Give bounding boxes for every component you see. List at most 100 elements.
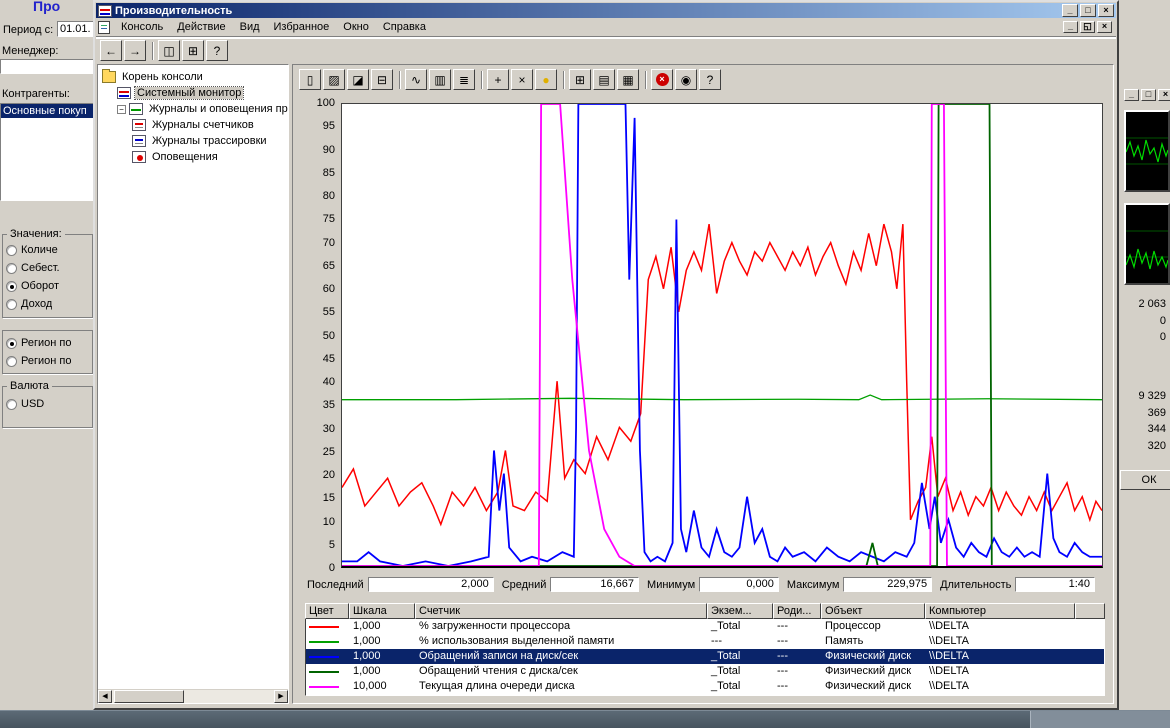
radio-label: Количе: [21, 244, 58, 256]
legend-header-cell[interactable]: Компьютер: [925, 603, 1075, 619]
legend-header-cell[interactable]: Роди...: [773, 603, 821, 619]
export-list-button[interactable]: ⊞: [182, 40, 204, 61]
taskbar-tray: [1030, 711, 1170, 728]
child-minimize-button[interactable]: _: [1063, 21, 1078, 33]
legend-row[interactable]: 1,000% использования выделенной памяти--…: [306, 634, 1104, 649]
legend-cell: Обращений чтения с диска/сек: [416, 664, 708, 679]
child-restore-button[interactable]: ◱: [1080, 21, 1095, 33]
background-app-left: Про Период с: 01.01. Менеджер: Контраген…: [0, 0, 95, 712]
toolbar-separator: [152, 42, 154, 60]
scroll-right-button[interactable]: ▶: [274, 690, 288, 703]
tree-item[interactable]: Оповещения: [98, 149, 288, 165]
child-close-button[interactable]: ×: [1097, 21, 1112, 33]
list-item-selected[interactable]: Основные покуп: [1, 104, 93, 118]
add-counter-button[interactable]: +: [487, 69, 509, 90]
manager-input[interactable]: [0, 59, 94, 74]
legend-row[interactable]: 1,000Обращений чтения с диска/сек_Total-…: [306, 664, 1104, 679]
legend-cell: \\DELTA: [926, 634, 1076, 649]
sysmon-help-button[interactable]: ?: [699, 69, 721, 90]
legend-cell: 1,000: [350, 619, 416, 634]
legend-row[interactable]: 1,000Обращений записи на диск/сек_Total-…: [306, 649, 1104, 664]
new-counter-set-button[interactable]: ▯: [299, 69, 321, 90]
copy-properties-button[interactable]: ⊞: [569, 69, 591, 90]
region-radio-option[interactable]: Регион по: [3, 352, 92, 370]
value-readout: 344: [1120, 423, 1166, 435]
currency-group-label: Валюта: [7, 380, 52, 392]
console-tree-panel: Корень консолиСистемный монитор−Журналы …: [97, 64, 289, 704]
scroll-left-button[interactable]: ◀: [98, 690, 112, 703]
menu-favorites[interactable]: Избранное: [267, 19, 337, 35]
view-current-activity-button[interactable]: ◪: [347, 69, 369, 90]
menu-action[interactable]: Действие: [170, 19, 232, 35]
maximize-button[interactable]: □: [1080, 4, 1096, 17]
legend-cell: % загруженности процессора: [416, 619, 708, 634]
region-radio-option[interactable]: Регион по: [3, 334, 92, 352]
view-histogram-button[interactable]: ▥: [429, 69, 451, 90]
title-bar[interactable]: Производительность _□×: [96, 3, 1116, 18]
legend-cell: \\DELTA: [926, 679, 1076, 694]
ok-button[interactable]: ОК: [1120, 470, 1170, 490]
toolbar-separator: [481, 71, 483, 89]
menu-console[interactable]: Консоль: [114, 19, 170, 35]
value-radio-option[interactable]: Оборот: [3, 277, 92, 295]
bg-close-button[interactable]: ×: [1158, 89, 1170, 101]
stat-label: Максимум: [787, 579, 840, 591]
legend-header-cell[interactable]: Шкала: [349, 603, 415, 619]
delete-counter-button[interactable]: ×: [511, 69, 533, 90]
tree-expander-icon[interactable]: −: [117, 105, 126, 114]
properties-button[interactable]: ▦: [617, 69, 639, 90]
view-report-button[interactable]: ≣: [453, 69, 475, 90]
scroll-thumb[interactable]: [114, 690, 184, 703]
bg-maximize-button[interactable]: □: [1141, 89, 1156, 101]
update-data-button[interactable]: ◉: [675, 69, 697, 90]
y-axis-label: 10: [301, 516, 335, 528]
y-axis-label: 40: [301, 376, 335, 388]
period-input[interactable]: 01.01.: [57, 21, 94, 37]
tree-horizontal-scrollbar[interactable]: ◀ ▶: [98, 689, 288, 703]
tree-item[interactable]: Журналы трассировки: [98, 133, 288, 149]
legend-header-cell[interactable]: Объект: [821, 603, 925, 619]
value-readout: 0: [1120, 315, 1166, 327]
currency-radio-option[interactable]: USD: [3, 395, 92, 413]
menu-help[interactable]: Справка: [376, 19, 433, 35]
show-hide-tree-button[interactable]: ◫: [158, 40, 180, 61]
bg-minimize-button[interactable]: _: [1124, 89, 1139, 101]
value-readout: 9 329: [1120, 390, 1166, 402]
value-radio-option[interactable]: Себест.: [3, 259, 92, 277]
legend-cell: Обращений записи на диск/сек: [416, 649, 708, 664]
legend-row[interactable]: 10,000Текущая длина очереди диска_Total-…: [306, 679, 1104, 694]
highlight-button[interactable]: ●: [535, 69, 557, 90]
close-button[interactable]: ×: [1098, 4, 1114, 17]
radio-label: Себест.: [21, 262, 60, 274]
toolbar-separator: [563, 71, 565, 89]
value-radio-option[interactable]: Доход: [3, 295, 92, 313]
tree-item[interactable]: Журналы счетчиков: [98, 117, 288, 133]
legend-cell: \\DELTA: [926, 664, 1076, 679]
value-radio-option[interactable]: Количе: [3, 241, 92, 259]
tree-item[interactable]: −Журналы и оповещения про: [98, 101, 288, 117]
legend-cell: \\DELTA: [926, 619, 1076, 634]
legend-header-cell[interactable]: Экзем...: [707, 603, 773, 619]
forward-button[interactable]: →: [124, 40, 146, 61]
help-button[interactable]: ?: [206, 40, 228, 61]
tree-item[interactable]: Системный монитор: [98, 85, 288, 101]
minimize-button[interactable]: _: [1062, 4, 1078, 17]
period-value: 01.01.: [60, 23, 91, 35]
view-log-data-button[interactable]: ⊟: [371, 69, 393, 90]
legend-row[interactable]: 1,000% загруженности процессора_Total---…: [306, 619, 1104, 634]
clear-display-button[interactable]: ▨: [323, 69, 345, 90]
legend-header-cell[interactable]: Счетчик: [415, 603, 707, 619]
caption-buttons: _□×: [1060, 4, 1114, 17]
freeze-display-button[interactable]: ×: [651, 69, 673, 90]
view-graph-button[interactable]: ∿: [405, 69, 427, 90]
menu-window[interactable]: Окно: [336, 19, 376, 35]
counterparties-listbox[interactable]: Основные покуп: [0, 103, 94, 201]
stat-label: Последний: [307, 579, 364, 591]
paste-counter-list-button[interactable]: ▤: [593, 69, 615, 90]
menu-view[interactable]: Вид: [233, 19, 267, 35]
tree-item[interactable]: Корень консоли: [98, 69, 288, 85]
back-button[interactable]: ←: [100, 40, 122, 61]
counter-log-icon: [132, 119, 146, 131]
legend-header-cell[interactable]: Цвет: [305, 603, 349, 619]
y-axis-label: 55: [301, 306, 335, 318]
